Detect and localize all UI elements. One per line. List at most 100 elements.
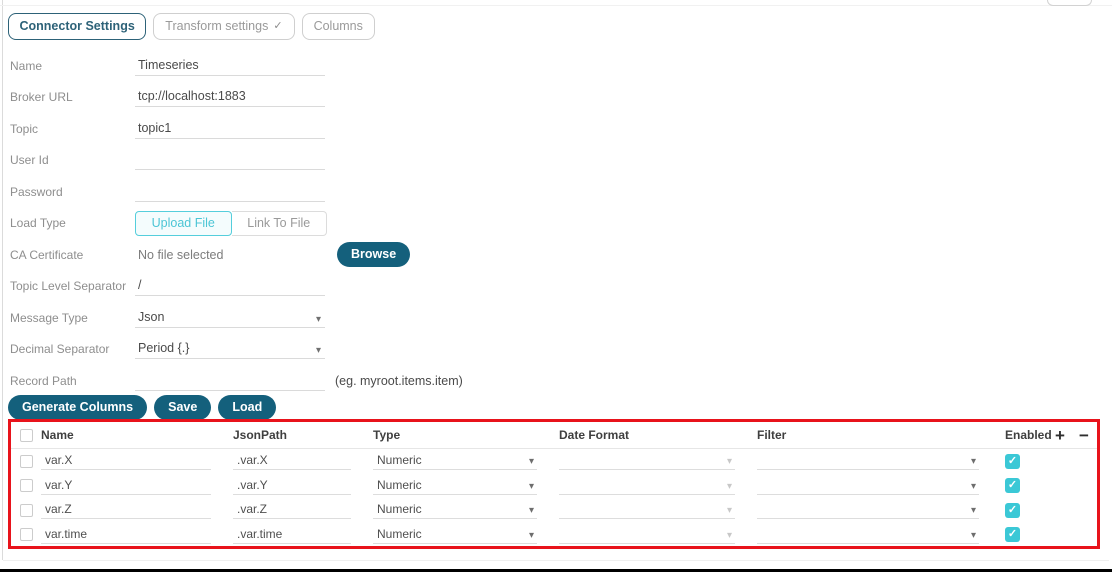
column-name-input[interactable]: var.X <box>41 452 211 470</box>
row-checkbox[interactable] <box>20 504 33 517</box>
form-row-load-type: Load Type Upload File Link To File <box>10 208 770 240</box>
column-date-format-select[interactable]: ▾ <box>559 526 735 544</box>
record-path-hint: (eg. myroot.items.item) <box>335 374 463 388</box>
tab-connector-settings[interactable]: Connector Settings <box>8 13 146 40</box>
save-button[interactable]: Save <box>154 395 211 420</box>
tab-columns-label: Columns <box>314 20 363 33</box>
columns-table: Name JsonPath Type Date Format Filter En… <box>8 419 1100 549</box>
form-row-ca-certificate: CA Certificate No file selected Browse <box>10 239 770 271</box>
column-name-input[interactable]: var.time <box>41 526 211 544</box>
columns-table-header: Name JsonPath Type Date Format Filter En… <box>11 422 1097 449</box>
form-row-name: Name Timeseries <box>10 50 770 82</box>
column-type-select[interactable]: Numeric ▾ <box>373 452 537 470</box>
select-all-checkbox[interactable] <box>20 429 33 442</box>
form-row-message-type: Message Type Json ▾ <box>10 302 770 334</box>
password-input[interactable] <box>135 182 325 202</box>
column-jsonpath-input[interactable]: .var.time <box>233 526 351 544</box>
column-date-format-select[interactable]: ▾ <box>559 452 735 470</box>
load-button[interactable]: Load <box>218 395 276 420</box>
column-jsonpath-input[interactable]: .var.X <box>233 452 351 470</box>
name-input[interactable]: Timeseries <box>135 56 325 76</box>
header-name: Name <box>41 428 233 442</box>
column-type-value: Numeric <box>377 478 422 492</box>
form-row-decimal-separator: Decimal Separator Period {.} ▾ <box>10 334 770 366</box>
page-bottom-divider <box>3 560 1109 561</box>
header-date-format: Date Format <box>559 428 757 442</box>
column-name-input[interactable]: var.Z <box>41 501 211 519</box>
topic-label: Topic <box>10 122 135 136</box>
chevron-down-icon: ▾ <box>529 503 534 519</box>
column-jsonpath-input[interactable]: .var.Z <box>233 501 351 519</box>
enabled-checkbox[interactable]: ✓ <box>1005 503 1020 518</box>
chevron-down-icon: ▾ <box>316 311 321 329</box>
row-checkbox[interactable] <box>20 528 33 541</box>
chevron-down-icon: ▾ <box>727 479 732 495</box>
name-label: Name <box>10 59 135 73</box>
tab-transform-settings[interactable]: Transform settings ✓ <box>153 13 294 40</box>
topic-level-separator-label: Topic Level Separator <box>10 279 135 293</box>
page-top-border <box>0 5 1112 6</box>
topic-input[interactable]: topic1 <box>135 119 325 139</box>
chevron-down-icon: ▾ <box>727 503 732 519</box>
message-type-label: Message Type <box>10 311 135 325</box>
chevron-down-icon: ▾ <box>971 479 976 495</box>
load-type-option-upload-file[interactable]: Upload File <box>135 211 232 236</box>
column-jsonpath-input[interactable]: .var.Y <box>233 477 351 495</box>
column-filter-select[interactable]: ▾ <box>757 477 979 495</box>
browse-button[interactable]: Browse <box>337 242 410 267</box>
load-type-segmented-control: Upload File Link To File <box>135 211 327 236</box>
record-path-label: Record Path <box>10 374 135 388</box>
check-icon: ✓ <box>1008 505 1017 516</box>
header-jsonpath: JsonPath <box>233 428 373 442</box>
add-column-icon[interactable]: + <box>1047 427 1073 444</box>
message-type-value: Json <box>138 310 164 324</box>
user-id-input[interactable] <box>135 150 325 170</box>
form-row-topic-level-separator: Topic Level Separator / <box>10 271 770 303</box>
check-icon: ✓ <box>1008 529 1017 540</box>
check-icon: ✓ <box>1008 480 1017 491</box>
message-type-select[interactable]: Json ▾ <box>135 308 325 328</box>
column-type-value: Numeric <box>377 453 422 467</box>
enabled-checkbox[interactable]: ✓ <box>1005 527 1020 542</box>
column-date-format-select[interactable]: ▾ <box>559 501 735 519</box>
connector-settings-page: Connector Settings Transform settings ✓ … <box>0 0 1112 572</box>
decimal-separator-label: Decimal Separator <box>10 342 135 356</box>
topic-level-separator-input[interactable]: / <box>135 276 325 296</box>
table-row: var.X .var.X Numeric ▾ ▾ ▾ ✓ <box>11 449 1097 474</box>
remove-column-icon[interactable]: − <box>1073 427 1095 444</box>
enabled-checkbox[interactable]: ✓ <box>1005 454 1020 469</box>
table-row: var.time .var.time Numeric ▾ ▾ ▾ ✓ <box>11 523 1097 548</box>
broker-url-label: Broker URL <box>10 90 135 104</box>
cropped-top-button <box>1047 0 1092 6</box>
column-type-value: Numeric <box>377 502 422 516</box>
record-path-input[interactable] <box>135 371 325 391</box>
column-filter-select[interactable]: ▾ <box>757 526 979 544</box>
enabled-checkbox[interactable]: ✓ <box>1005 478 1020 493</box>
chevron-down-icon: ▾ <box>971 503 976 519</box>
header-filter: Filter <box>757 428 1001 442</box>
chevron-down-icon: ▾ <box>727 528 732 544</box>
form-row-user-id: User Id <box>10 145 770 177</box>
column-type-select[interactable]: Numeric ▾ <box>373 477 537 495</box>
column-type-select[interactable]: Numeric ▾ <box>373 501 537 519</box>
row-checkbox[interactable] <box>20 479 33 492</box>
chevron-down-icon: ▾ <box>727 454 732 470</box>
load-type-option-link-to-file[interactable]: Link To File <box>232 211 328 236</box>
check-icon: ✓ <box>1008 456 1017 467</box>
column-name-input[interactable]: var.Y <box>41 477 211 495</box>
column-type-select[interactable]: Numeric ▾ <box>373 526 537 544</box>
column-filter-select[interactable]: ▾ <box>757 452 979 470</box>
tab-transform-settings-label: Transform settings <box>165 20 268 33</box>
column-date-format-select[interactable]: ▾ <box>559 477 735 495</box>
row-checkbox[interactable] <box>20 455 33 468</box>
table-row: var.Z .var.Z Numeric ▾ ▾ ▾ ✓ <box>11 498 1097 523</box>
broker-url-input[interactable]: tcp://localhost:1883 <box>135 87 325 107</box>
generate-columns-button[interactable]: Generate Columns <box>8 395 147 420</box>
decimal-separator-select[interactable]: Period {.} ▾ <box>135 339 325 359</box>
user-id-label: User Id <box>10 153 135 167</box>
ca-certificate-label: CA Certificate <box>10 248 135 262</box>
form-row-password: Password <box>10 176 770 208</box>
tab-columns[interactable]: Columns <box>302 13 375 40</box>
connector-settings-form: Name Timeseries Broker URL tcp://localho… <box>10 50 770 397</box>
column-filter-select[interactable]: ▾ <box>757 501 979 519</box>
